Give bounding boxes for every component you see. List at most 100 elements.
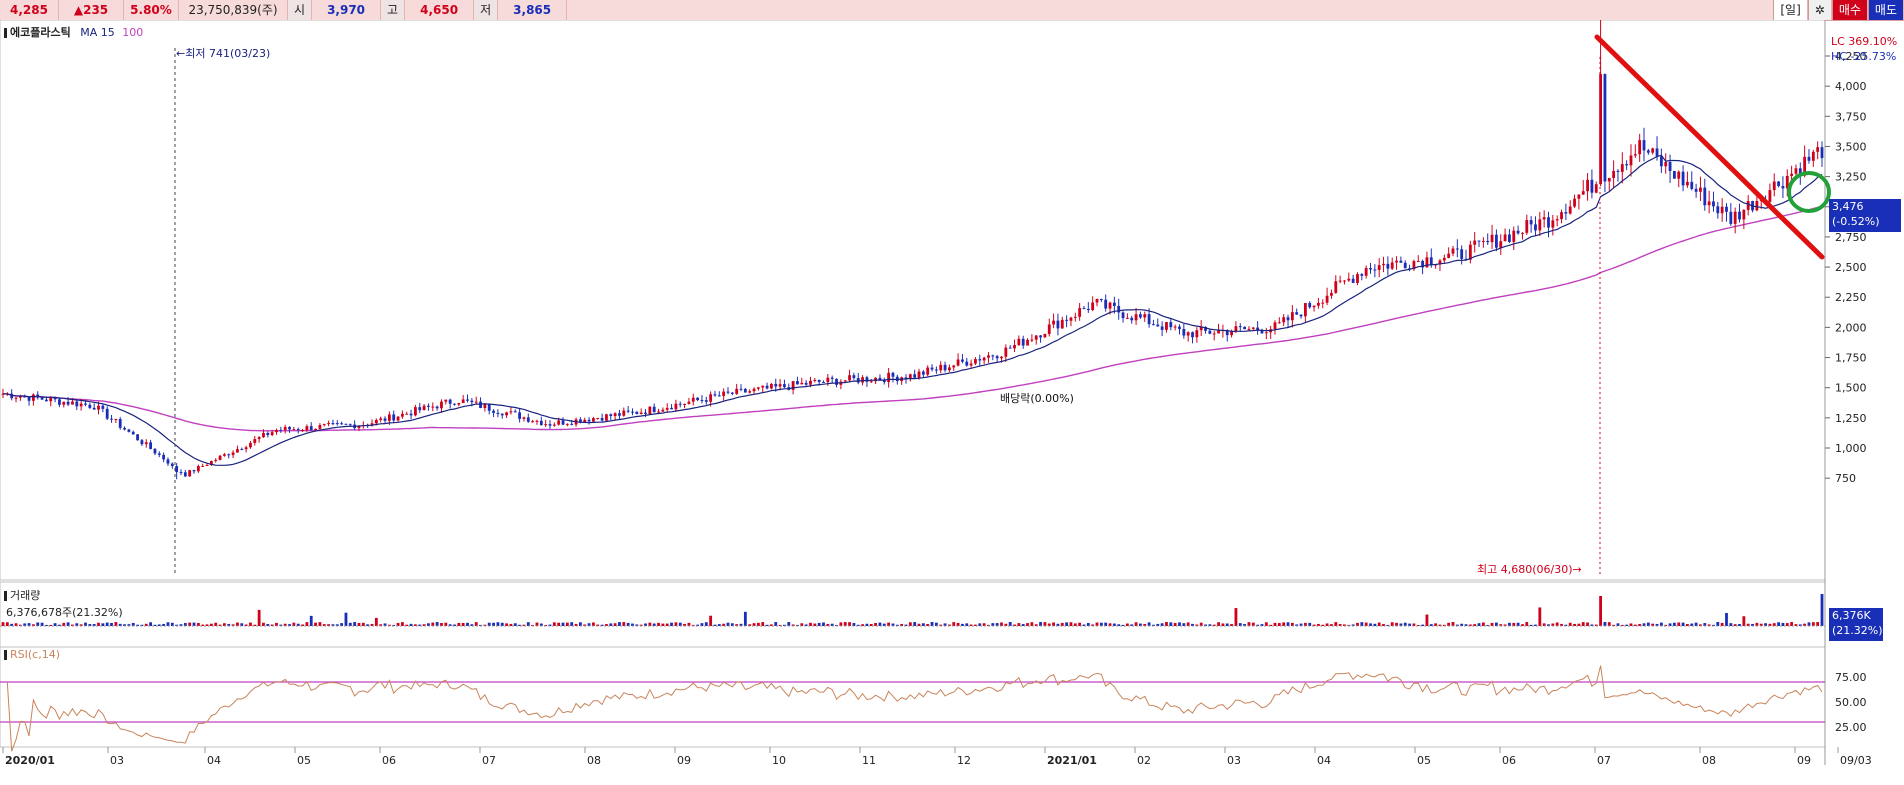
candle-body [1620,164,1624,172]
candle-body [921,371,925,375]
candle-body [62,401,66,405]
candle-body [1160,326,1164,330]
candle-body [1807,156,1811,161]
price-tick-label: 2,500 [1835,261,1867,274]
candle-body [1616,170,1620,172]
candle-body [1065,319,1069,321]
candle-body [1295,312,1299,315]
candle-body [943,364,947,371]
candle-body [800,382,804,385]
price-tick-label: 2,250 [1835,291,1867,304]
x-tick-label: 2020/01 [5,754,55,767]
volume-bar [1282,622,1286,626]
candle-body [431,406,435,408]
candle-body [1091,302,1095,311]
candle-body [1286,317,1290,321]
high-annotation: 최고 4,680(06/30)→ [1477,561,1582,577]
candle-body [796,381,799,385]
candle-body [1547,217,1550,228]
volume-bar [474,622,478,626]
quote-bar: 4,285 ▲235 5.80% 23,750,839(주) 시 3,970 고… [0,0,1904,21]
x-tick-label: 02 [1137,754,1151,767]
stock-chart[interactable]: 4,2504,0003,7503,5003,2503,0002,7502,500… [0,20,1904,785]
period-selector[interactable]: [일] [1773,0,1808,20]
volume-box-pct: (21.32%) [1832,624,1883,637]
candle-body [704,400,708,402]
volume-bar [257,609,261,626]
candle-body [162,454,166,460]
volume-bar [114,622,118,626]
candle-body [71,401,74,405]
gear-icon[interactable]: ✲ [1807,0,1832,20]
candle-body [1586,179,1589,192]
buy-button[interactable]: 매수 [1831,0,1868,20]
candle-body [1312,305,1316,308]
volume-bar [622,622,626,626]
volume-bar [305,622,309,626]
candle-body [427,405,430,407]
candle-body [761,385,765,388]
candle-body [45,399,48,402]
price-panel [0,20,1826,581]
price-tick-label: 1,250 [1835,412,1867,425]
candle-body [392,414,396,421]
candle-body [1134,314,1138,321]
volume-bar [1607,622,1611,626]
candle-body [1681,171,1685,186]
candle-body [1247,328,1251,330]
volume-title: 거래량 [4,587,40,603]
candle-body [644,412,647,414]
candle-body [804,382,808,385]
candle-body [1746,201,1750,210]
volume-bar [917,623,921,626]
candle-body [1794,168,1798,174]
candle-body [18,396,22,398]
candle-body [305,426,309,430]
candle-body [618,413,621,416]
x-tick-label: 06 [1502,754,1516,767]
volume-bar [36,622,40,626]
candle-body [1325,295,1329,303]
candle-body [296,429,300,431]
candle-body [118,419,122,428]
candle-body [1499,241,1503,248]
candle-body [500,413,504,416]
volume-bar [704,622,708,626]
candle-body [136,434,139,441]
candle-body [66,401,70,405]
volume-bar [1816,622,1820,626]
volume-bar [1599,596,1603,626]
candle-body [947,367,951,371]
candle-body [418,407,422,411]
candle-body [696,397,700,401]
volume-bar [1525,622,1529,626]
volume-bar [930,622,934,626]
candle-body [1360,274,1364,276]
candle-body [1508,234,1511,242]
volume-bar [887,622,891,626]
candle-body [1707,201,1711,206]
candle-body [856,378,860,383]
candle-body [1568,206,1572,214]
volume-bar [1603,622,1607,626]
volume-bar [149,622,153,626]
candle-body [1777,181,1780,186]
candle-body [1121,312,1125,319]
candle-body [383,418,387,421]
candle-body [1633,154,1637,156]
candle-body [869,381,873,383]
candle-body [539,420,543,426]
sell-button[interactable]: 매도 [1867,0,1904,20]
candle-body [84,403,87,405]
arrow-right-icon: → [1572,563,1582,576]
candle-body [826,377,830,383]
candle-body [314,428,317,431]
volume-bar [774,622,778,626]
candle-body [1377,265,1381,270]
volume-bar [618,622,621,626]
candle-body [149,442,153,449]
volume-bar [1646,622,1650,626]
price-change: ▲235 [59,0,124,20]
volume-title-text: 거래량 [10,589,41,602]
candle-body [279,429,283,431]
